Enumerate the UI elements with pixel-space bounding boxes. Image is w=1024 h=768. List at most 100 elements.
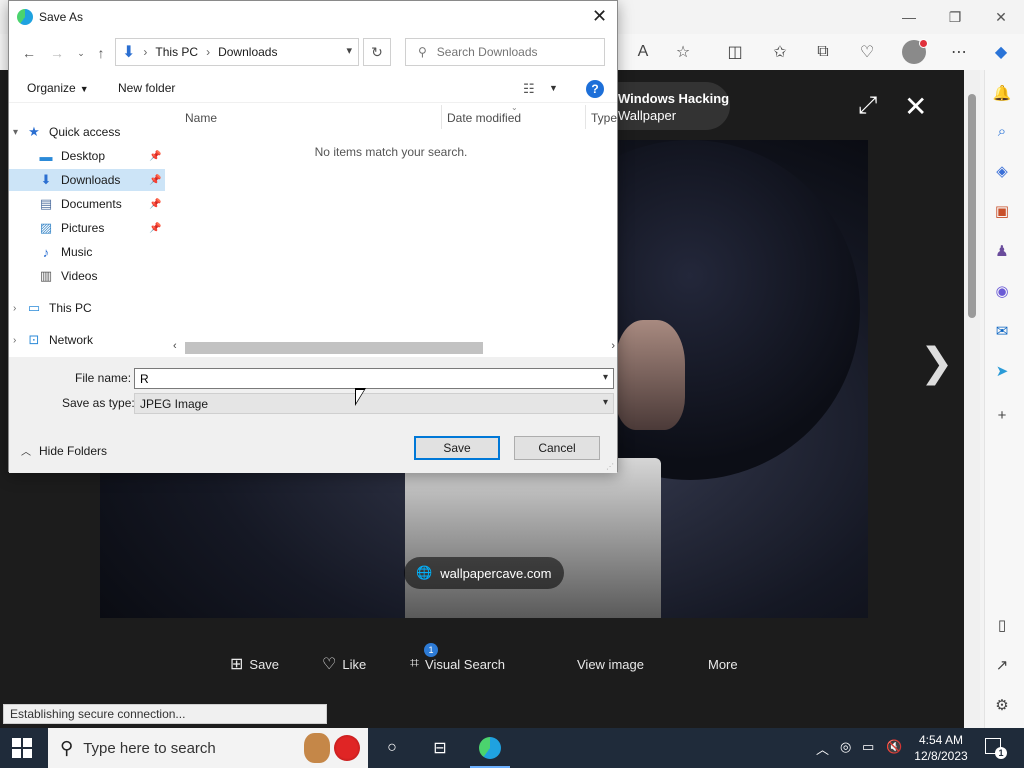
view-image-button[interactable]: View image xyxy=(577,648,644,680)
scrollbar-thumb[interactable] xyxy=(968,94,976,318)
file-name-dropdown-icon[interactable]: ▾ xyxy=(603,372,608,383)
nav-item-desktop[interactable]: ▬ Desktop 📌 xyxy=(9,145,165,167)
ornament-icon xyxy=(334,735,360,761)
search-sidebar-icon[interactable]: ⌕ xyxy=(989,118,1015,144)
search-box[interactable]: ⚲ xyxy=(405,38,605,66)
notification-center-icon[interactable]: 1 xyxy=(985,738,1007,759)
source-watermark[interactable]: 🌐 wallpapercave.com xyxy=(404,557,564,589)
viewer-close-icon[interactable]: ✕ xyxy=(904,90,927,123)
add-sidebar-icon[interactable]: + xyxy=(989,402,1015,428)
recent-locations-icon[interactable]: ⌄ xyxy=(71,43,91,63)
back-arrow-icon[interactable]: ← xyxy=(19,43,39,63)
page-scrollbar[interactable] xyxy=(964,70,980,720)
taskbar-search-box[interactable]: ⚲ Type here to search xyxy=(48,728,368,768)
copilot-icon[interactable]: ◆ xyxy=(986,40,1016,64)
expand-icon[interactable]: ⤢ xyxy=(858,92,877,120)
file-name-field[interactable]: ▾ xyxy=(134,368,614,389)
nav-item-pictures[interactable]: ▨ Pictures 📌 xyxy=(9,217,165,239)
show-hidden-icons-icon[interactable]: ︿ xyxy=(816,739,829,758)
drop-icon[interactable]: ➤ xyxy=(989,358,1015,384)
taskbar-clock[interactable]: 4:54 AM 12/8/2023 xyxy=(912,732,970,764)
forward-arrow-icon[interactable]: → xyxy=(47,43,67,63)
split-screen-icon[interactable]: ◫ xyxy=(720,40,750,64)
minimize-button[interactable]: — xyxy=(886,4,932,30)
sidebar-panel-icon[interactable]: ▯ xyxy=(989,612,1015,638)
browser-essentials-icon[interactable]: ♡ xyxy=(852,40,882,64)
settings-gear-icon[interactable]: ⚙ xyxy=(989,692,1015,718)
scroll-left-icon[interactable]: ‹ xyxy=(173,340,177,352)
favorites-icon[interactable]: ✩ xyxy=(765,40,795,64)
resize-grip-icon[interactable]: ⋰ xyxy=(606,462,614,471)
globe-icon: 🌐 xyxy=(416,565,433,580)
collapsed-chevron-icon[interactable]: › xyxy=(13,335,25,346)
save-button[interactable]: Save xyxy=(414,436,500,460)
scroll-right-icon[interactable]: › xyxy=(611,340,615,352)
more-menu-icon[interactable]: ⋯ xyxy=(944,40,974,64)
column-header-name[interactable]: Name xyxy=(185,111,217,125)
file-name-input[interactable] xyxy=(140,371,580,386)
network-tray-icon[interactable]: ▭ xyxy=(862,739,874,755)
browser-close-button[interactable]: ✕ xyxy=(978,4,1024,30)
viewer-save-label: Save xyxy=(249,656,280,672)
nav-item-network[interactable]: › ⊡ Network xyxy=(13,329,163,351)
nav-item-music[interactable]: ♪ Music xyxy=(9,241,165,263)
address-dropdown-icon[interactable]: ▾ xyxy=(346,44,352,57)
nav-item-videos[interactable]: ▥ Videos xyxy=(9,265,165,287)
open-external-icon[interactable]: ↗ xyxy=(989,652,1015,678)
notifications-icon[interactable]: 🔔 xyxy=(989,80,1015,106)
shopping-icon[interactable]: ◈ xyxy=(989,158,1015,184)
horizontal-scroll-thumb[interactable] xyxy=(185,342,483,354)
horizontal-scrollbar[interactable]: ‹ › xyxy=(169,339,617,357)
up-arrow-icon[interactable]: ↑ xyxy=(91,43,111,63)
cancel-button[interactable]: Cancel xyxy=(514,436,600,460)
view-dropdown-icon[interactable]: ▼ xyxy=(549,83,558,93)
address-bar[interactable]: ⬇ › This PC › Downloads ▾ xyxy=(115,38,359,66)
column-header-type[interactable]: Type xyxy=(591,111,617,125)
nav-label: Quick access xyxy=(49,125,121,139)
dialog-close-button[interactable]: ✕ xyxy=(592,6,607,27)
profile-avatar[interactable] xyxy=(902,39,928,64)
navigation-pane: ▾ ★ Quick access ▬ Desktop 📌 ⬇ Downloads… xyxy=(9,105,165,353)
column-divider[interactable] xyxy=(585,105,586,129)
breadcrumb-separator[interactable]: › xyxy=(206,45,210,59)
view-options-icon[interactable]: ☷ xyxy=(523,81,535,97)
breadcrumb-downloads[interactable]: Downloads xyxy=(218,45,277,59)
microsoft365-icon[interactable]: ◉ xyxy=(989,278,1015,304)
column-divider[interactable] xyxy=(441,105,442,129)
volume-muted-icon[interactable]: 🔇 xyxy=(886,739,902,755)
outlook-icon[interactable]: ✉ xyxy=(989,318,1015,344)
save-type-dropdown-icon[interactable]: ▾ xyxy=(603,397,608,408)
read-aloud-icon[interactable]: A xyxy=(628,40,658,64)
new-folder-button[interactable]: New folder xyxy=(118,81,175,95)
favorite-star-icon[interactable]: ☆ xyxy=(668,40,698,64)
breadcrumb-separator[interactable]: › xyxy=(143,45,147,59)
nav-item-quick-access[interactable]: ▾ ★ Quick access xyxy=(13,121,163,143)
task-view-icon[interactable]: ⊟ xyxy=(428,736,452,760)
collections-icon[interactable]: ⧉ xyxy=(808,40,838,64)
column-header-date[interactable]: Date modified xyxy=(447,111,521,125)
more-button[interactable]: More xyxy=(708,648,738,680)
organize-button[interactable]: Organize ▼ xyxy=(27,81,89,95)
hide-folders-button[interactable]: ︿ Hide Folders xyxy=(21,443,107,459)
nav-label: Network xyxy=(49,333,94,347)
nav-item-documents[interactable]: ▤ Documents 📌 xyxy=(9,193,165,215)
viewer-save-button[interactable]: ⊞ Save xyxy=(230,648,279,680)
viewer-like-button[interactable]: ♡ Like xyxy=(322,648,366,680)
next-image-arrow-icon[interactable]: ❯ xyxy=(920,340,954,386)
tools-icon[interactable]: ▣ xyxy=(989,198,1015,224)
save-type-select[interactable]: JPEG Image ▾ xyxy=(134,393,614,414)
breadcrumb-this-pc[interactable]: This PC xyxy=(155,45,198,59)
search-input[interactable] xyxy=(436,45,587,59)
help-icon[interactable]: ? xyxy=(586,80,604,98)
refresh-icon[interactable]: ↻ xyxy=(363,38,391,66)
nav-item-this-pc[interactable]: › ▭ This PC xyxy=(13,297,163,319)
nav-item-downloads[interactable]: ⬇ Downloads 📌 xyxy=(9,169,165,191)
cortana-icon[interactable]: ○ xyxy=(380,736,404,760)
expanded-chevron-icon[interactable]: ▾ xyxy=(13,127,25,138)
edge-taskbar-button[interactable] xyxy=(470,736,510,768)
meet-now-icon[interactable]: ◎ xyxy=(840,739,851,755)
games-icon[interactable]: ♟ xyxy=(989,238,1015,264)
collapsed-chevron-icon[interactable]: › xyxy=(13,303,25,314)
windows-start-icon[interactable] xyxy=(12,738,32,758)
restore-button[interactable]: ❐ xyxy=(932,4,978,30)
